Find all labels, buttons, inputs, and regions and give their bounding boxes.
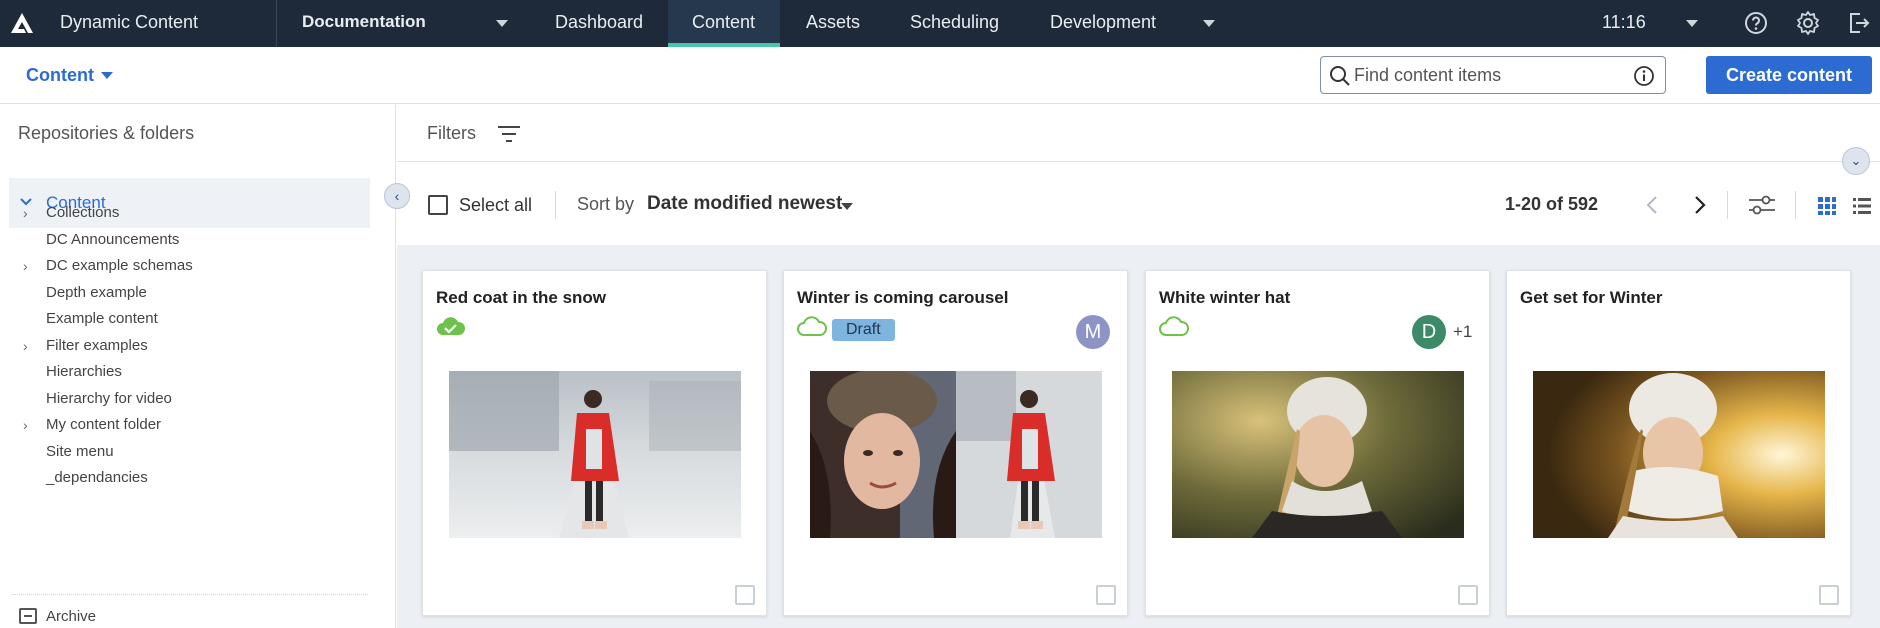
card-thumbnail-image	[449, 371, 741, 538]
search-box[interactable]	[1320, 56, 1666, 94]
create-content-button[interactable]: Create content	[1706, 56, 1872, 94]
section-chevron-down-icon[interactable]	[101, 72, 113, 79]
sidebar-item-archive[interactable]: Archive	[46, 608, 96, 625]
chevron-right-icon[interactable]: ›	[23, 417, 28, 433]
content-card[interactable]: Winter is coming carousel Draft M	[783, 270, 1128, 616]
expand-filters-button[interactable]: ⌄	[1842, 147, 1870, 175]
page-count: 1-20 of 592	[1505, 194, 1599, 214]
app-title: Dynamic Content	[60, 12, 199, 32]
sort-chevron-down-icon[interactable]	[841, 203, 853, 210]
sidebar-item[interactable]: My content folder	[46, 416, 161, 433]
sidebar-item[interactable]: DC Announcements	[46, 231, 179, 248]
avatar[interactable]: M	[1076, 315, 1110, 349]
tab-scheduling[interactable]: Scheduling	[910, 12, 999, 33]
filters-bar: Filters	[397, 105, 1880, 162]
sidebar-item[interactable]: _dependancies	[46, 469, 148, 486]
tab-dashboard[interactable]: Dashboard	[555, 12, 643, 33]
sidebar-item[interactable]: Depth example	[46, 284, 147, 301]
sidebar: Repositories & folders Content › Collecti…	[0, 105, 396, 628]
tab-development[interactable]: Development	[1050, 12, 1156, 33]
clock-display[interactable]: 11:16	[1602, 12, 1646, 33]
tab-assets[interactable]: Assets	[806, 12, 860, 33]
nav-divider	[276, 0, 277, 47]
toolbar-divider	[555, 191, 556, 219]
chevron-right-icon[interactable]: ›	[23, 338, 28, 354]
hub-selector[interactable]: Documentation	[302, 12, 426, 32]
section-selector[interactable]: Content	[26, 65, 94, 86]
search-input[interactable]	[1354, 65, 1614, 86]
content-card[interactable]: Red coat in the snow	[422, 270, 767, 616]
sort-selector[interactable]: Date modified newest	[647, 193, 842, 215]
card-title[interactable]: Get set for Winter	[1520, 288, 1662, 308]
info-icon[interactable]	[1633, 65, 1655, 87]
sidebar-item[interactable]: Site menu	[46, 443, 114, 460]
toolbar-divider	[1727, 191, 1728, 219]
chevron-right-icon[interactable]: ›	[23, 258, 28, 274]
search-icon	[1330, 66, 1350, 86]
sub-header: Content Create content	[0, 47, 1880, 104]
collaborator-count[interactable]: +1	[1453, 322, 1472, 342]
toolbar-divider	[1795, 191, 1796, 219]
content-card[interactable]: Get set for Winter	[1506, 270, 1851, 616]
card-title[interactable]: Red coat in the snow	[436, 288, 606, 308]
clock-chevron-down-icon[interactable]	[1686, 20, 1698, 27]
card-checkbox[interactable]	[1458, 585, 1478, 605]
sliders-icon[interactable]	[1748, 194, 1776, 216]
sidebar-item[interactable]: Example content	[46, 310, 158, 327]
avatar[interactable]: D	[1412, 315, 1446, 349]
collapse-sidebar-button[interactable]: ‹	[384, 183, 410, 209]
card-checkbox[interactable]	[1096, 585, 1116, 605]
card-checkbox[interactable]	[735, 585, 755, 605]
help-icon[interactable]	[1743, 10, 1769, 36]
sidebar-title: Repositories & folders	[18, 123, 195, 143]
list-view-icon[interactable]	[1852, 196, 1872, 216]
card-thumbnail-image	[1172, 371, 1464, 538]
sidebar-item[interactable]: Collections	[46, 204, 119, 221]
tab-content[interactable]: Content	[692, 12, 755, 33]
filters-label[interactable]: Filters	[427, 123, 476, 144]
cloud-icon	[1159, 316, 1189, 336]
tree-divider	[12, 594, 368, 595]
cloud-check-icon	[437, 317, 466, 335]
card-thumbnail-image	[1533, 371, 1825, 538]
logout-icon[interactable]	[1846, 10, 1872, 36]
status-badge: Draft	[832, 319, 895, 341]
chevron-right-icon[interactable]: ›	[23, 205, 28, 221]
sidebar-item[interactable]: Filter examples	[46, 337, 148, 354]
gear-icon[interactable]	[1795, 10, 1821, 36]
development-chevron-down-icon[interactable]	[1203, 20, 1215, 27]
archive-icon[interactable]	[19, 608, 37, 624]
content-card[interactable]: White winter hat D +1	[1145, 270, 1490, 616]
filter-icon[interactable]	[497, 124, 521, 144]
cloud-icon	[797, 316, 827, 336]
card-title[interactable]: Winter is coming carousel	[797, 288, 1008, 308]
card-checkbox[interactable]	[1819, 585, 1839, 605]
sidebar-item[interactable]: Hierarchy for video	[46, 390, 172, 407]
sort-label: Sort by	[577, 194, 635, 214]
sidebar-item[interactable]: DC example schemas	[46, 257, 193, 274]
amplience-logo-icon[interactable]	[8, 9, 36, 37]
select-all-label[interactable]: Select all	[459, 195, 532, 216]
hub-chevron-down-icon[interactable]	[496, 20, 508, 27]
sidebar-item[interactable]: Hierarchies	[46, 363, 122, 380]
top-nav-bar: Dynamic Content Documentation Dashboard …	[0, 0, 1880, 47]
select-all-checkbox[interactable]	[428, 195, 448, 215]
results-toolbar: Select all Sort by Date modified newest …	[397, 163, 1880, 245]
content-grid: Red coat in the snow Winter is coming ca…	[397, 245, 1880, 628]
card-thumbnail-image	[810, 371, 1102, 538]
card-title[interactable]: White winter hat	[1159, 288, 1290, 308]
grid-view-icon[interactable]	[1817, 196, 1837, 216]
prev-page-icon[interactable]	[1645, 195, 1659, 215]
next-page-icon[interactable]	[1693, 195, 1707, 215]
